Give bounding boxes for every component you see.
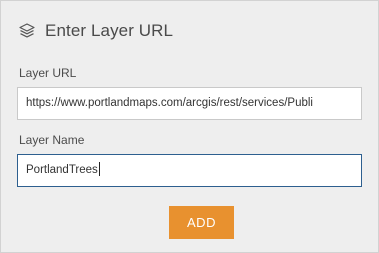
panel-header: Enter Layer URL xyxy=(18,19,173,43)
layer-name-label: Layer Name xyxy=(19,133,85,147)
text-caret xyxy=(98,161,100,176)
layer-name-value: PortlandTrees xyxy=(26,164,98,176)
panel-title: Enter Layer URL xyxy=(45,21,174,40)
enter-layer-url-panel: Enter Layer URL Layer URL https://www.po… xyxy=(0,0,379,253)
layer-url-label: Layer URL xyxy=(19,66,77,80)
layers-icon xyxy=(18,22,36,40)
layer-name-input[interactable]: PortlandTrees xyxy=(17,154,362,187)
add-button[interactable]: ADD xyxy=(169,206,234,239)
layer-url-input[interactable]: https://www.portlandmaps.com/arcgis/rest… xyxy=(17,87,362,120)
